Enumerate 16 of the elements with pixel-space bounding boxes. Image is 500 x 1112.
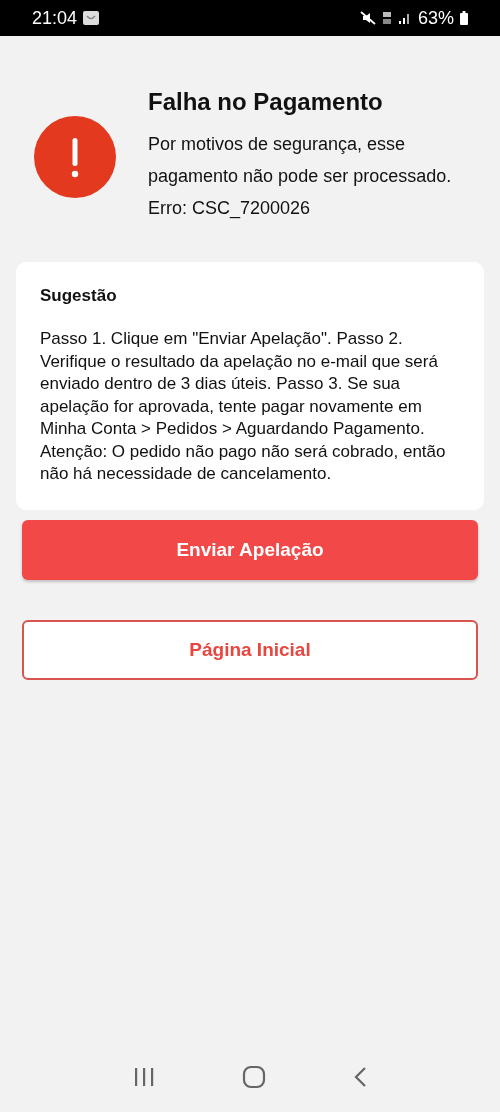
battery-percent: 63% <box>417 7 454 29</box>
mute-icon <box>359 11 376 25</box>
suggestion-text: Passo 1. Clique em "Enviar Apelação". Passo 2. Verifique o resultado da apelação no e-mail que será enviado dentro de 3 dias úteis. Passo 3. Se sua apelação for aprovada, tente pagar novamente em Minha Conta > Pedidos > Aguardando Pagamento. Atenção: O pedido não pago não será cobrado, então não há necessidade de cancelamento. <box>40 328 447 485</box>
battery-icon <box>460 11 468 25</box>
back-icon[interactable] <box>352 1066 367 1088</box>
home-page-button[interactable]: Página Inicial <box>22 619 478 680</box>
error-message: Por motivos de segurança, esse pagamento não pode ser processado. Erro: CSC_7200026 <box>148 133 453 221</box>
notification-icon <box>83 11 100 25</box>
signal-icon <box>397 11 412 25</box>
home-icon[interactable] <box>242 1065 266 1089</box>
recent-apps-icon[interactable] <box>133 1067 156 1087</box>
status-time: 21:04 <box>32 7 78 29</box>
error-title: Falha no Pagamento <box>148 88 384 116</box>
error-icon <box>34 116 116 198</box>
send-appeal-button[interactable]: Enviar Apelação <box>22 519 478 580</box>
suggestion-title: Sugestão <box>40 286 118 306</box>
